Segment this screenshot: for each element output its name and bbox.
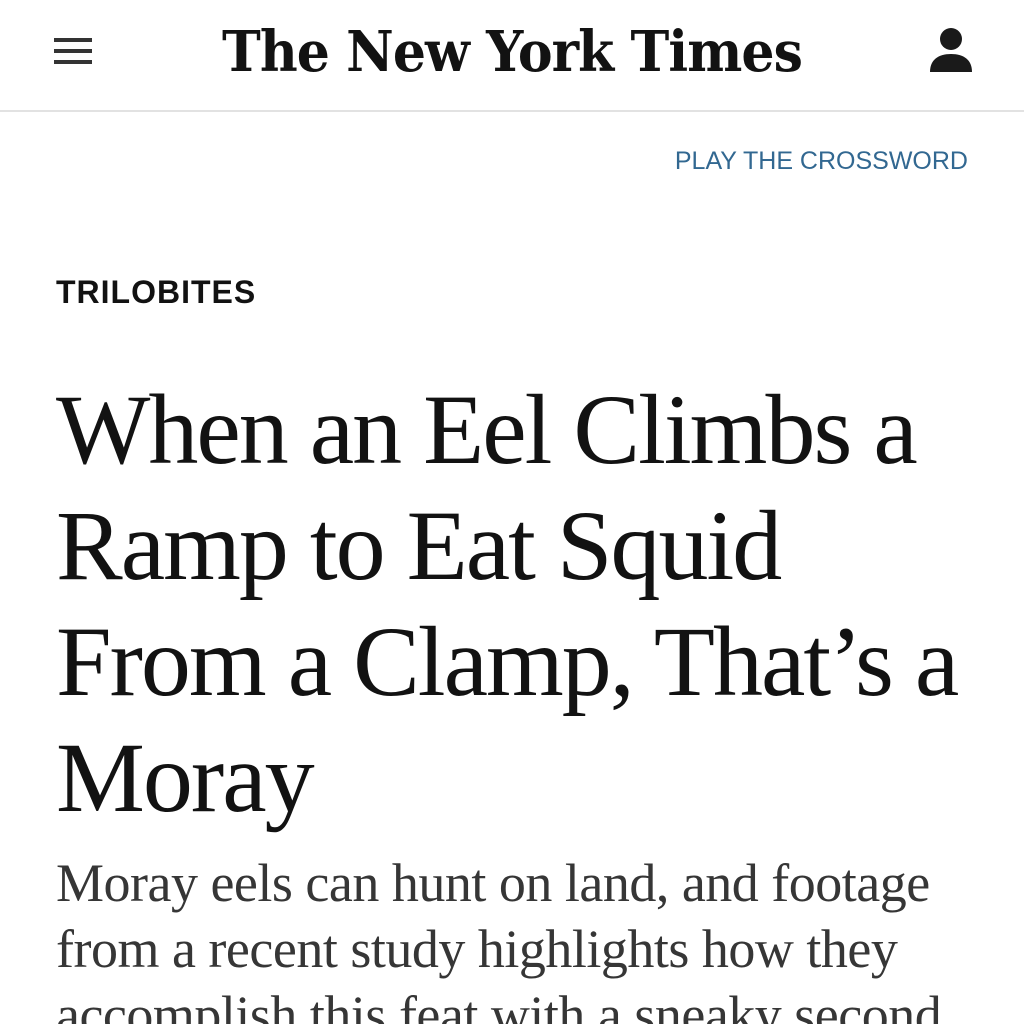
site-header: The New York Times bbox=[0, 0, 1024, 112]
masthead-logo[interactable]: The New York Times bbox=[36, 12, 988, 92]
article-headline: When an Eel Climbs a Ramp to Eat Squid F… bbox=[56, 374, 959, 833]
user-silhouette-icon bbox=[930, 28, 972, 72]
user-account-icon[interactable] bbox=[922, 22, 980, 80]
play-crossword-link[interactable]: PLAY THE CROSSWORD bbox=[675, 145, 968, 177]
section-kicker[interactable]: TRILOBITES bbox=[56, 272, 256, 312]
article-summary: Moray eels can hunt on land, and footage… bbox=[56, 853, 942, 1024]
article-page: The New York Times PLAY THE CROSSWORD TR… bbox=[0, 0, 1024, 1024]
